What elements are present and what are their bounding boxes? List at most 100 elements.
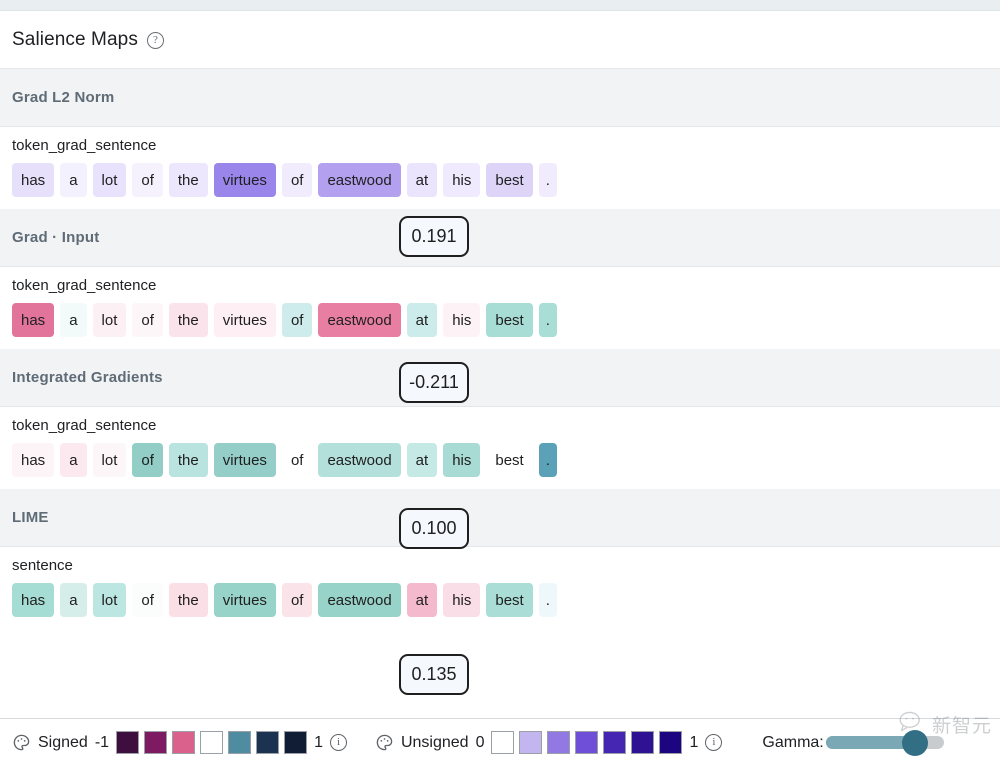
unsigned-legend-min: 0 bbox=[476, 734, 485, 752]
salience-token[interactable]: . bbox=[539, 303, 557, 337]
salience-token[interactable]: has bbox=[12, 163, 54, 197]
unsigned-swatch-strip[interactable] bbox=[491, 731, 682, 754]
unsigned-swatch[interactable] bbox=[575, 731, 598, 754]
salience-token[interactable]: virtues bbox=[214, 303, 276, 337]
signed-swatch[interactable] bbox=[116, 731, 139, 754]
signed-swatch[interactable] bbox=[256, 731, 279, 754]
salience-token[interactable]: his bbox=[443, 163, 480, 197]
unsigned-swatch[interactable] bbox=[491, 731, 514, 754]
score-chip[interactable]: 0.100 bbox=[399, 508, 469, 549]
signed-legend-max: 1 bbox=[314, 734, 323, 752]
signed-swatch[interactable] bbox=[284, 731, 307, 754]
gamma-slider-thumb[interactable] bbox=[902, 730, 928, 756]
salience-token[interactable]: at bbox=[407, 443, 438, 477]
salience-token[interactable]: eastwood bbox=[318, 303, 400, 337]
page-title: Salience Maps bbox=[12, 29, 138, 51]
salience-token[interactable]: virtues bbox=[214, 583, 276, 617]
section-header[interactable]: Grad L2 Norm bbox=[0, 69, 1000, 127]
salience-token[interactable]: . bbox=[539, 443, 557, 477]
salience-token[interactable]: at bbox=[407, 303, 438, 337]
window-top-strip bbox=[0, 0, 1000, 11]
salience-token[interactable]: at bbox=[407, 583, 438, 617]
token-list: hasalotofthevirtuesofeastwoodathisbest. bbox=[12, 303, 988, 337]
unsigned-swatch[interactable] bbox=[659, 731, 682, 754]
signed-swatch[interactable] bbox=[228, 731, 251, 754]
salience-token[interactable]: has bbox=[12, 583, 54, 617]
token-list: hasalotofthevirtuesofeastwoodathisbest. bbox=[12, 583, 988, 617]
salience-token[interactable]: lot bbox=[93, 303, 127, 337]
salience-token[interactable]: of bbox=[282, 443, 313, 477]
section-header[interactable]: Grad · Input bbox=[0, 209, 1000, 267]
palette-icon[interactable] bbox=[375, 733, 394, 752]
section-header[interactable]: Integrated Gradients bbox=[0, 349, 1000, 407]
salience-token[interactable]: lot bbox=[93, 443, 127, 477]
salience-token[interactable]: a bbox=[60, 443, 86, 477]
gamma-control: Gamma: bbox=[762, 732, 943, 754]
salience-token[interactable]: best bbox=[486, 443, 532, 477]
salience-token[interactable]: virtues bbox=[214, 443, 276, 477]
score-chip[interactable]: 0.191 bbox=[399, 216, 469, 257]
salience-token[interactable]: his bbox=[443, 583, 480, 617]
section-title: Grad L2 Norm bbox=[12, 89, 114, 106]
colormap-legend-footer: Signed -1 1 i Unsigned 0 1 i Gamma bbox=[0, 718, 1000, 766]
salience-token[interactable]: at bbox=[407, 163, 438, 197]
unsigned-swatch[interactable] bbox=[519, 731, 542, 754]
salience-token[interactable]: the bbox=[169, 303, 208, 337]
salience-token[interactable]: best bbox=[486, 163, 532, 197]
salience-token[interactable]: of bbox=[282, 163, 313, 197]
field-label: token_grad_sentence bbox=[12, 277, 988, 294]
salience-token[interactable]: of bbox=[132, 303, 163, 337]
score-chip[interactable]: 0.135 bbox=[399, 654, 469, 695]
gamma-slider-fill bbox=[826, 736, 910, 749]
signed-swatch[interactable] bbox=[172, 731, 195, 754]
unsigned-legend-max: 1 bbox=[689, 734, 698, 752]
salience-token[interactable]: has bbox=[12, 303, 54, 337]
score-chip[interactable]: -0.211 bbox=[399, 362, 469, 403]
salience-token[interactable]: eastwood bbox=[318, 583, 400, 617]
salience-token[interactable]: his bbox=[443, 303, 480, 337]
salience-token[interactable]: a bbox=[60, 583, 86, 617]
info-circle-icon[interactable]: i bbox=[330, 734, 347, 751]
module-header: Salience Maps ? bbox=[0, 11, 1000, 69]
salience-token[interactable]: eastwood bbox=[318, 443, 400, 477]
salience-token[interactable]: lot bbox=[93, 163, 127, 197]
gamma-slider[interactable] bbox=[826, 732, 944, 754]
section-title: Grad · Input bbox=[12, 229, 99, 246]
salience-token[interactable]: . bbox=[539, 163, 557, 197]
token-salience-row: token_grad_sentencehasalotofthevirtuesof… bbox=[0, 407, 1000, 489]
salience-token[interactable]: his bbox=[443, 443, 480, 477]
unsigned-swatch[interactable] bbox=[631, 731, 654, 754]
salience-token[interactable]: best bbox=[486, 303, 532, 337]
salience-token[interactable]: eastwood bbox=[318, 163, 400, 197]
salience-token[interactable]: the bbox=[169, 443, 208, 477]
salience-token[interactable]: of bbox=[132, 163, 163, 197]
info-circle-icon[interactable]: i bbox=[705, 734, 722, 751]
salience-token[interactable]: lot bbox=[93, 583, 127, 617]
signed-swatch[interactable] bbox=[144, 731, 167, 754]
signed-legend-label: Signed bbox=[38, 734, 88, 752]
salience-token[interactable]: the bbox=[169, 163, 208, 197]
salience-token[interactable]: . bbox=[539, 583, 557, 617]
signed-swatch[interactable] bbox=[200, 731, 223, 754]
salience-token[interactable]: best bbox=[486, 583, 532, 617]
salience-token[interactable]: a bbox=[60, 163, 86, 197]
token-list: hasalotofthevirtuesofeastwoodathisbest. bbox=[12, 163, 988, 197]
salience-token[interactable]: has bbox=[12, 443, 54, 477]
signed-swatch-strip[interactable] bbox=[116, 731, 307, 754]
section-header[interactable]: LIME bbox=[0, 489, 1000, 547]
token-salience-row: sentencehasalotofthevirtuesofeastwoodath… bbox=[0, 547, 1000, 629]
salience-token[interactable]: a bbox=[60, 303, 86, 337]
token-salience-row: token_grad_sentencehasalotofthevirtuesof… bbox=[0, 127, 1000, 209]
salience-token[interactable]: of bbox=[132, 583, 163, 617]
salience-sections: Grad L2 Normtoken_grad_sentencehasalotof… bbox=[0, 69, 1000, 629]
unsigned-swatch[interactable] bbox=[547, 731, 570, 754]
salience-token[interactable]: the bbox=[169, 583, 208, 617]
salience-token[interactable]: of bbox=[282, 303, 313, 337]
question-mark-circle-icon[interactable]: ? bbox=[147, 32, 164, 49]
salience-token[interactable]: virtues bbox=[214, 163, 276, 197]
field-label: token_grad_sentence bbox=[12, 417, 988, 434]
palette-icon[interactable] bbox=[12, 733, 31, 752]
salience-token[interactable]: of bbox=[282, 583, 313, 617]
salience-token[interactable]: of bbox=[132, 443, 163, 477]
unsigned-swatch[interactable] bbox=[603, 731, 626, 754]
